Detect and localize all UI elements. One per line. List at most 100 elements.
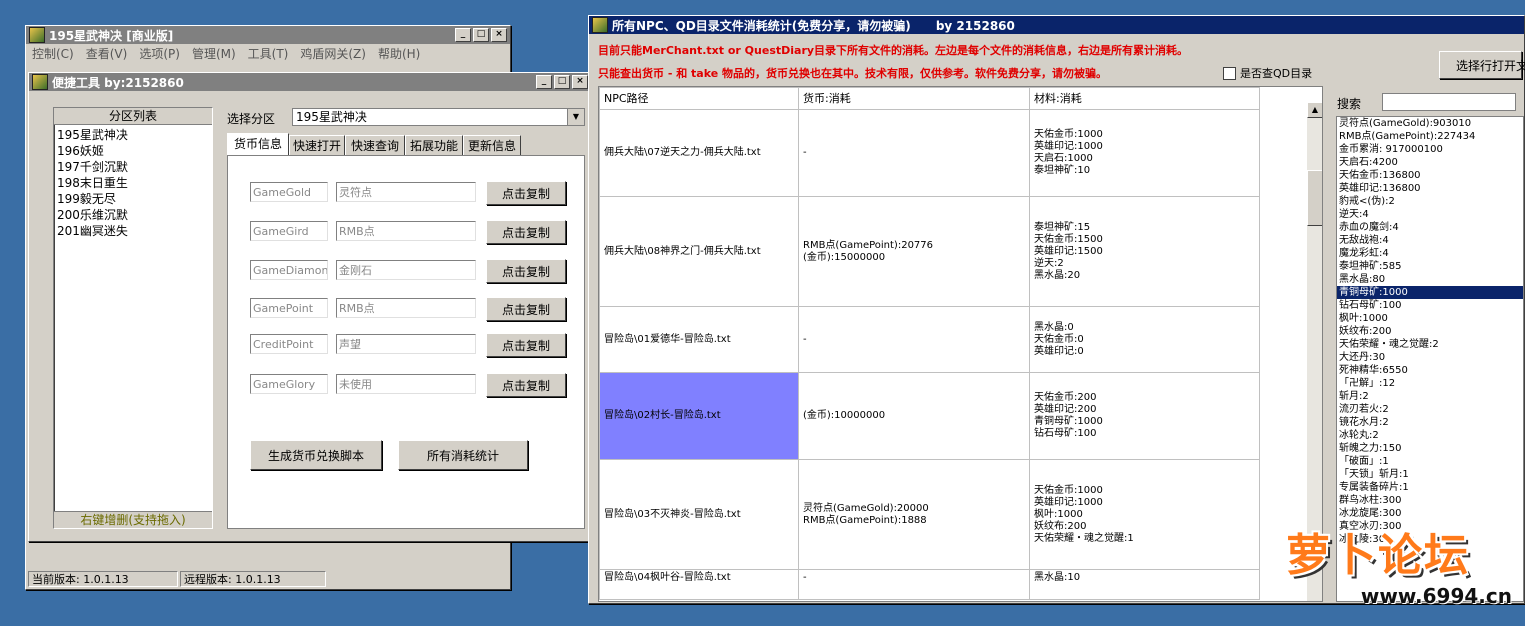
copy-button[interactable]: 点击复制: [486, 333, 566, 357]
total-item[interactable]: 斩月:2: [1337, 390, 1523, 403]
total-item[interactable]: 斩魄之力:150: [1337, 442, 1523, 455]
total-item[interactable]: 豹戒<(伪):2: [1337, 195, 1523, 208]
npc-path-cell[interactable]: 冒险岛\04枫叶谷-冒险岛.txt: [599, 569, 799, 600]
menu-help[interactable]: 帮助(H): [378, 45, 420, 62]
total-item[interactable]: RMB点(GamePoint):227434: [1337, 130, 1523, 143]
npc-path-cell[interactable]: 冒险岛\02村长-冒险岛.txt: [599, 372, 799, 460]
close-icon[interactable]: ×: [572, 75, 588, 89]
table-row[interactable]: 佣兵大陆\07逆天之力-佣兵大陆.txt - 天佑金币:1000 英雄印记:10…: [599, 109, 1260, 197]
total-item[interactable]: 天启石:4200: [1337, 156, 1523, 169]
currency-code-field[interactable]: CreditPoint: [250, 334, 328, 354]
search-input[interactable]: [1382, 93, 1516, 111]
materials-cell[interactable]: 天佑金币:200 英雄印记:200 青铜母矿:1000 钻石母矿:100: [1029, 372, 1260, 460]
minimize-icon[interactable]: _: [536, 75, 552, 89]
total-item[interactable]: 英雄印记:136800: [1337, 182, 1523, 195]
list-item[interactable]: 197千剑沉默: [57, 159, 209, 175]
total-item[interactable]: 赤血の魔剑:4: [1337, 221, 1523, 234]
checkbox-box[interactable]: [1223, 66, 1236, 80]
total-item[interactable]: 「天锁」斩月:1: [1337, 468, 1523, 481]
tab-update-info[interactable]: 更新信息: [463, 135, 521, 155]
npc-path-cell[interactable]: 佣兵大陆\07逆天之力-佣兵大陆.txt: [599, 109, 799, 197]
npc-path-cell[interactable]: 冒险岛\01爱德华-冒险岛.txt: [599, 306, 799, 373]
menu-control[interactable]: 控制(C): [32, 45, 74, 62]
materials-cell[interactable]: 黑水晶:0 天佑金币:0 英雄印记:0: [1029, 306, 1260, 373]
currency-name-field[interactable]: 未使用: [336, 374, 476, 394]
table-row[interactable]: 冒险岛\01爱德华-冒险岛.txt - 黑水晶:0 天佑金币:0 英雄印记:0: [599, 306, 1260, 373]
currency-name-field[interactable]: RMB点: [336, 221, 476, 241]
total-item[interactable]: 专属装备碎片:1: [1337, 481, 1523, 494]
scroll-thumb[interactable]: [1307, 170, 1322, 226]
currency-name-field[interactable]: 声望: [336, 334, 476, 354]
currency-name-field[interactable]: RMB点: [336, 298, 476, 318]
materials-cell[interactable]: 泰坦神矿:15 天佑金币:1500 英雄印记:1500 逆天:2 黑水晶:20: [1029, 196, 1260, 307]
list-item[interactable]: 201幽冥迷失: [57, 223, 209, 239]
total-item[interactable]: 大还丹:30: [1337, 351, 1523, 364]
table-row[interactable]: 冒险岛\04枫叶谷-冒险岛.txt - 黑水晶:10: [599, 569, 1260, 600]
copy-button[interactable]: 点击复制: [486, 259, 566, 283]
materials-cell[interactable]: 天佑金币:1000 英雄印记:1000 天启石:1000 泰坦神矿:10: [1029, 109, 1260, 197]
maximize-icon[interactable]: □: [554, 75, 570, 89]
total-item[interactable]: 冰轮丸:2: [1337, 429, 1523, 442]
chevron-down-icon[interactable]: ▼: [567, 109, 584, 125]
tab-currency-info[interactable]: 货币信息: [227, 133, 289, 155]
list-item[interactable]: 200乐维沉默: [57, 207, 209, 223]
total-item[interactable]: 灵符点(GameGold):903010: [1337, 117, 1523, 130]
currency-cell[interactable]: RMB点(GamePoint):20776 (金币):15000000: [798, 196, 1030, 307]
total-item[interactable]: 枫叶:1000: [1337, 312, 1523, 325]
currency-name-field[interactable]: 灵符点: [336, 182, 476, 202]
materials-cell[interactable]: 天佑金币:1000 英雄印记:1000 枫叶:1000 妖纹布:200 天佑荣耀…: [1029, 459, 1260, 570]
currency-code-field[interactable]: GamePoint: [250, 298, 328, 318]
all-stats-button[interactable]: 所有消耗统计: [398, 440, 528, 470]
open-selected-row-button[interactable]: 选择行打开文: [1439, 51, 1525, 79]
npc-path-cell[interactable]: 冒险岛\03不灭神炎-冒险岛.txt: [599, 459, 799, 570]
maximize-icon[interactable]: □: [473, 28, 489, 42]
menu-tools[interactable]: 工具(T): [248, 45, 289, 62]
server-select[interactable]: 195星武神决 ▼: [292, 108, 585, 126]
total-item[interactable]: 妖纹布:200: [1337, 325, 1523, 338]
total-item[interactable]: 无敌战袍:4: [1337, 234, 1523, 247]
table-row[interactable]: 冒险岛\03不灭神炎-冒险岛.txt 灵符点(GameGold):20000 R…: [599, 459, 1260, 570]
currency-cell[interactable]: (金币):10000000: [798, 372, 1030, 460]
tool-window-titlebar[interactable]: 便捷工具 by:2152860 _ □ ×: [29, 73, 591, 91]
table-row[interactable]: 冒险岛\02村长-冒险岛.txt (金币):10000000 天佑金币:200 …: [599, 372, 1260, 460]
npc-path-cell[interactable]: 佣兵大陆\08神界之门-佣兵大陆.txt: [599, 196, 799, 307]
menu-gateway[interactable]: 鸡盾网关(Z): [300, 45, 366, 62]
currency-code-field[interactable]: GameGird: [250, 221, 328, 241]
currency-cell[interactable]: -: [798, 109, 1030, 197]
currency-code-field[interactable]: GameGlory: [250, 374, 328, 394]
materials-cell[interactable]: 黑水晶:10: [1029, 569, 1260, 600]
list-item[interactable]: 198末日重生: [57, 175, 209, 191]
total-item[interactable]: 镜花水月:2: [1337, 416, 1523, 429]
currency-cell[interactable]: -: [798, 306, 1030, 373]
total-item[interactable]: 天佑荣耀・魂之觉醒:2: [1337, 338, 1523, 351]
copy-button[interactable]: 点击复制: [486, 373, 566, 397]
copy-button[interactable]: 点击复制: [486, 220, 566, 244]
total-item[interactable]: 泰坦神矿:585: [1337, 260, 1523, 273]
currency-code-field[interactable]: GameDiamond: [250, 260, 328, 280]
close-icon[interactable]: ×: [491, 28, 507, 42]
currency-cell[interactable]: 灵符点(GameGold):20000 RMB点(GamePoint):1888: [798, 459, 1030, 570]
list-item[interactable]: 196妖姬: [57, 143, 209, 159]
column-header[interactable]: 材料:消耗: [1029, 87, 1260, 110]
column-header[interactable]: 货币:消耗: [798, 87, 1030, 110]
tab-quick-query[interactable]: 快速查询: [345, 135, 405, 155]
total-item[interactable]: 死神精华:6550: [1337, 364, 1523, 377]
table-row[interactable]: 佣兵大陆\08神界之门-佣兵大陆.txt RMB点(GamePoint):207…: [599, 196, 1260, 307]
column-header[interactable]: NPC路径: [599, 87, 799, 110]
qd-checkbox[interactable]: 是否查QD目录: [1223, 65, 1312, 81]
main-window-titlebar[interactable]: 195星武神决 [商业版] _ □ ×: [26, 26, 510, 44]
tab-extensions[interactable]: 拓展功能: [405, 135, 463, 155]
total-item[interactable]: 流刃若火:2: [1337, 403, 1523, 416]
copy-button[interactable]: 点击复制: [486, 297, 566, 321]
total-item[interactable]: 金币累消: 917000100: [1337, 143, 1523, 156]
total-item[interactable]: 冰龙旋尾:300: [1337, 507, 1523, 520]
list-item[interactable]: 199毅无尽: [57, 191, 209, 207]
menu-options[interactable]: 选项(P): [139, 45, 180, 62]
table-scrollbar[interactable]: ▲: [1307, 102, 1322, 601]
total-item[interactable]: 群鸟冰柱:300: [1337, 494, 1523, 507]
currency-cell[interactable]: -: [798, 569, 1030, 600]
currency-code-field[interactable]: GameGold: [250, 182, 328, 202]
generate-script-button[interactable]: 生成货币兑换脚本: [250, 440, 382, 470]
scroll-up-icon[interactable]: ▲: [1307, 102, 1322, 118]
menu-manage[interactable]: 管理(M): [192, 45, 236, 62]
